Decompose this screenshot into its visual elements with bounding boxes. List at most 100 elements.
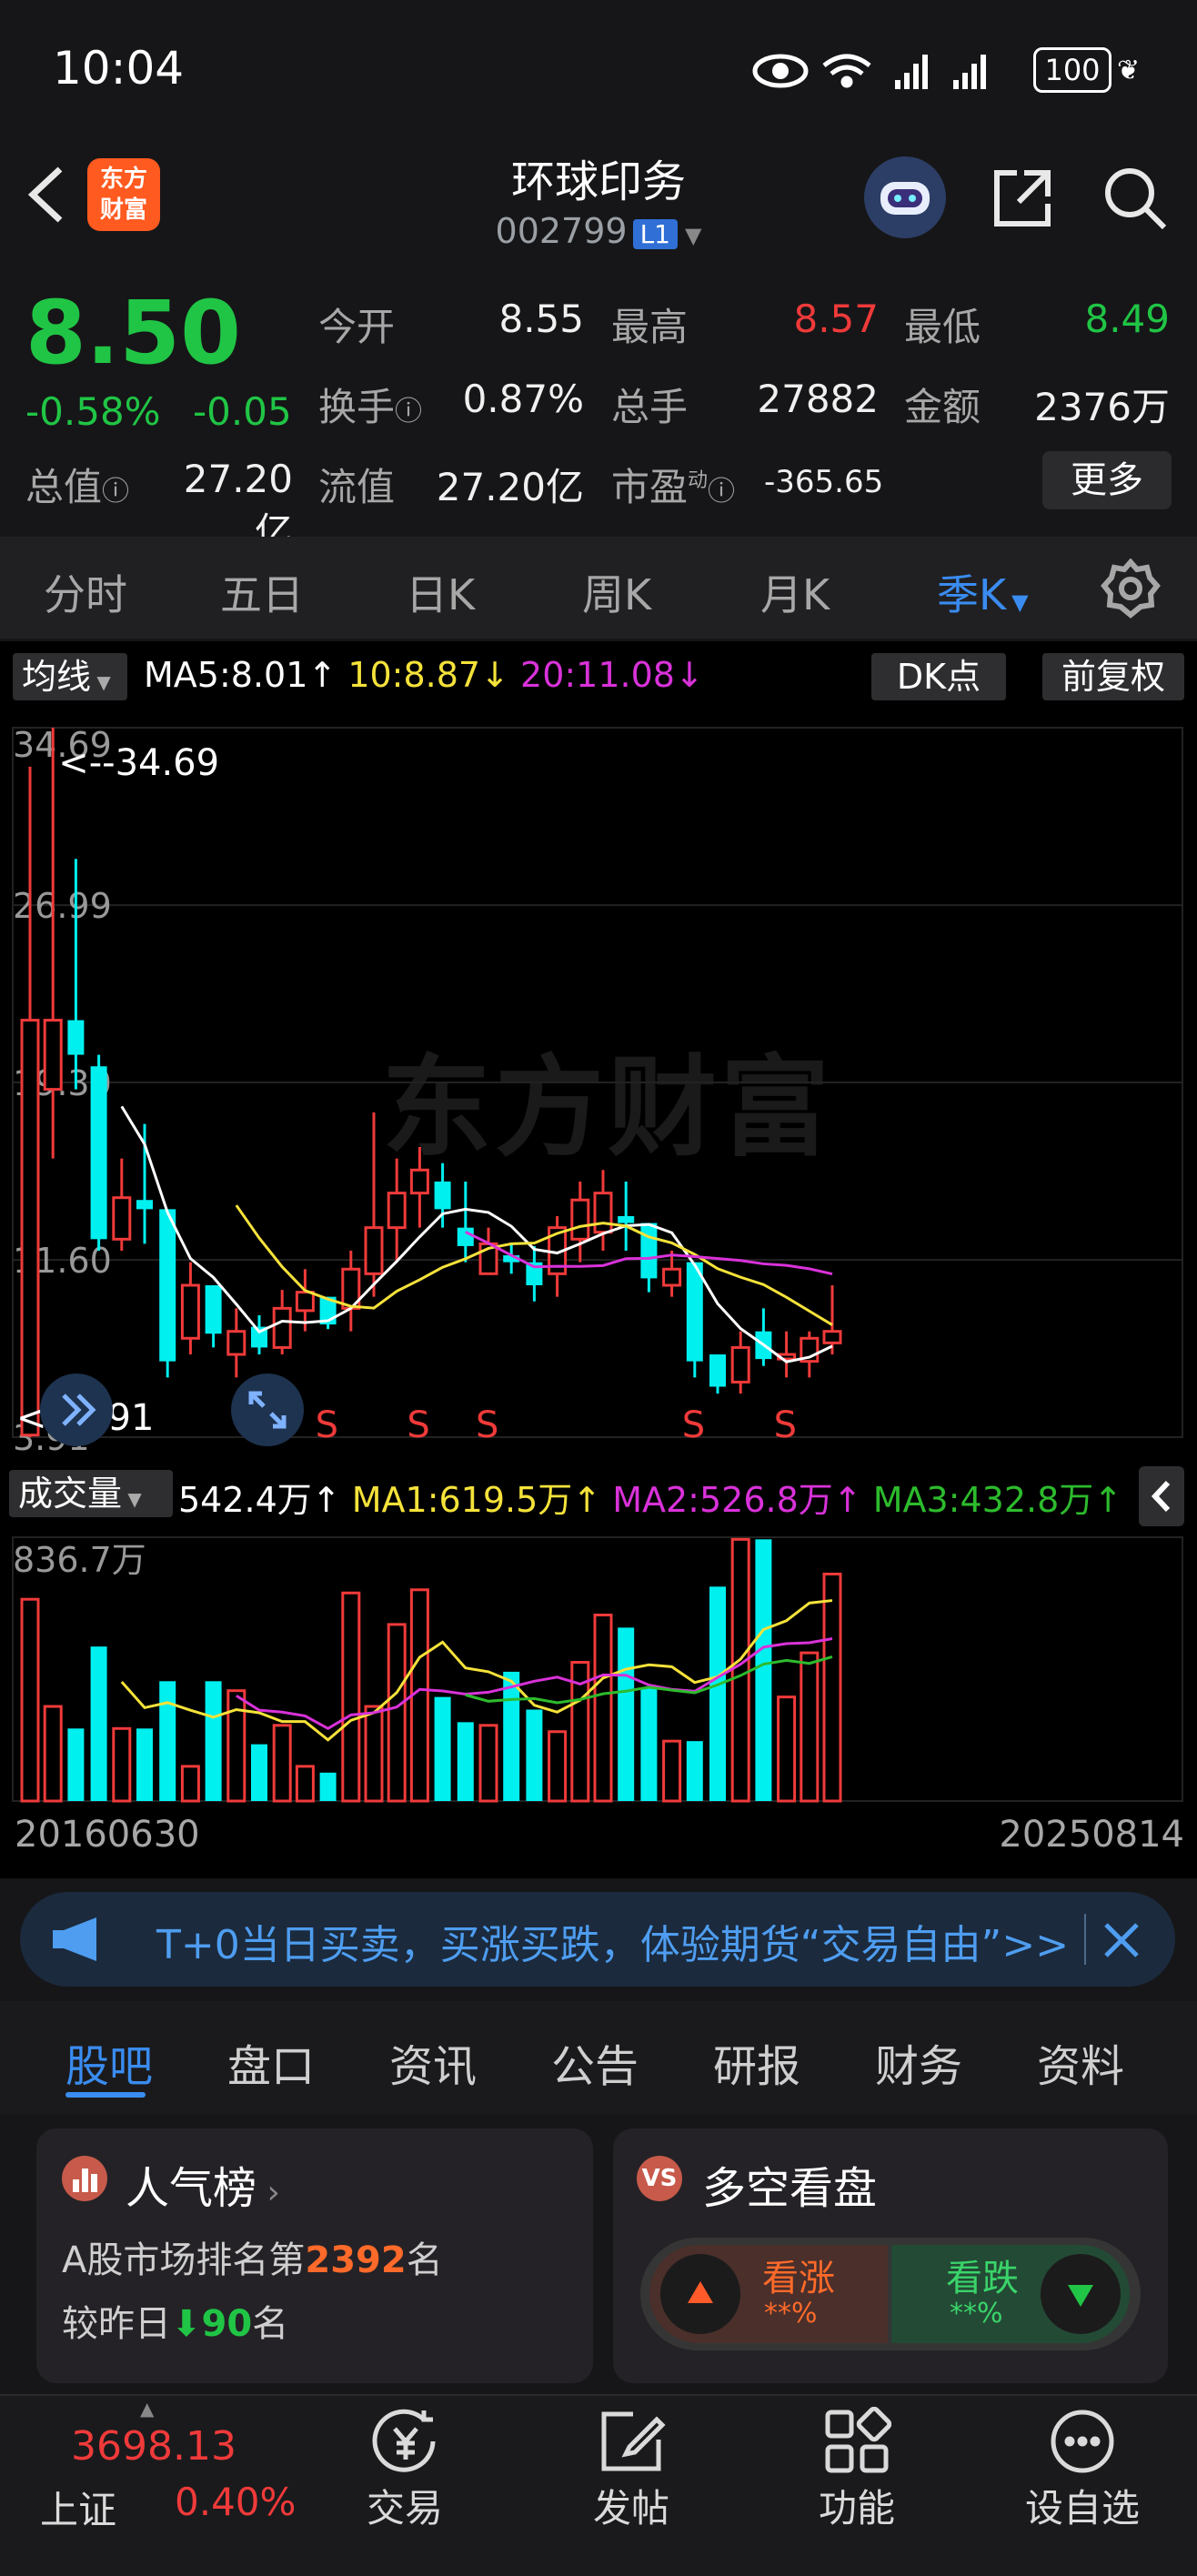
vma1-legend: MA1:619.5万↑ — [351, 1480, 602, 1520]
candle-body — [822, 1330, 842, 1344]
popularity-title[interactable]: 人气榜 › — [126, 2152, 280, 2216]
trade-label[interactable]: 交易 — [346, 2478, 464, 2533]
trade-icon[interactable] — [369, 2407, 442, 2480]
tab-pankou[interactable]: 盘口 — [227, 2030, 315, 2094]
volume-bar — [90, 1646, 107, 1801]
fullscreen-icon[interactable] — [231, 1374, 304, 1446]
tab-profile[interactable]: 资料 — [1037, 2030, 1124, 2094]
change-amount: -0.05 — [193, 389, 292, 434]
candle-body — [20, 1019, 40, 1437]
caret-up-icon: ▲ — [140, 2398, 155, 2420]
vma3-legend: MA3:432.8万↑ — [872, 1480, 1123, 1520]
y-tick-label: 26.99 — [13, 886, 112, 926]
more-dots-icon[interactable] — [1048, 2407, 1117, 2480]
tab-five-day[interactable]: 五日 — [220, 562, 304, 622]
volume-bar — [822, 1572, 842, 1803]
pe-label[interactable]: 市盈动ⓘ — [611, 457, 735, 512]
volume-bar — [43, 1705, 63, 1803]
close-icon[interactable] — [1099, 1917, 1144, 1967]
total-cap-label[interactable]: 总值ⓘ — [25, 457, 129, 512]
robot-avatar-icon[interactable] — [864, 156, 946, 238]
tab-weekly-k[interactable]: 周K — [582, 562, 651, 622]
open-value: 8.55 — [498, 297, 584, 341]
volume-bar — [295, 1765, 315, 1803]
dk-point-button[interactable]: DK点 — [871, 653, 1006, 700]
low-value: 8.49 — [1084, 297, 1170, 341]
candle-body — [640, 1223, 658, 1279]
candlestick-plot: 34.6926.9919.3011.603.91 SSSSS <--34.69<… — [12, 725, 1183, 1458]
down-triangle-icon[interactable] — [1041, 2254, 1121, 2334]
ma20-legend: 20:11.08↓ — [520, 655, 704, 695]
up-triangle-icon[interactable] — [660, 2254, 740, 2334]
add-watchlist-label[interactable]: 设自选 — [1010, 2478, 1155, 2533]
bear-value: **% — [950, 2298, 1003, 2329]
ranking-icon — [62, 2156, 107, 2201]
volume-bar — [272, 1724, 292, 1803]
post-label[interactable]: 发帖 — [572, 2478, 690, 2533]
index-value[interactable]: 3698.13 — [71, 2423, 236, 2470]
volume-bar — [503, 1671, 520, 1801]
index-name[interactable]: 上证 — [40, 2480, 116, 2535]
info-icon: ⓘ — [708, 476, 736, 508]
x-start-date: 20160630 — [15, 1814, 200, 1856]
max-price-marker: <--34.69 — [58, 742, 219, 784]
volume-bar — [800, 1651, 820, 1803]
functions-label[interactable]: 功能 — [798, 2478, 916, 2533]
tab-monthly-k[interactable]: 月K — [760, 562, 830, 622]
tab-quarterly-k[interactable]: 季K ▼ — [937, 562, 1029, 622]
tab-intraday[interactable]: 分时 — [44, 562, 127, 622]
vma2-legend: MA2:526.8万↑ — [612, 1480, 862, 1520]
tab-research[interactable]: 研报 — [713, 2030, 800, 2094]
divider — [1084, 1914, 1086, 1965]
signal-icon-2 — [953, 55, 986, 89]
index-change[interactable]: 0.40% — [175, 2480, 296, 2524]
candle-body — [709, 1354, 726, 1387]
more-button[interactable]: 更多 — [1042, 451, 1172, 509]
ma-selector[interactable]: 均线 ▼ — [13, 653, 127, 700]
sell-signal-label: S — [476, 1404, 498, 1446]
tab-announcements[interactable]: 公告 — [551, 2030, 639, 2094]
volume-bar — [478, 1724, 498, 1803]
turnover-label[interactable]: 换手ⓘ — [318, 377, 422, 432]
candle-body — [730, 1345, 750, 1384]
caret-down-icon: ▼ — [685, 223, 702, 248]
tab-guba[interactable]: 股吧 — [65, 2030, 153, 2094]
level-badge: L1 — [632, 219, 678, 249]
clock: 10:04 — [53, 42, 185, 95]
post-icon[interactable] — [597, 2407, 666, 2480]
pe-value: -365.65 — [764, 464, 884, 500]
volume-selector[interactable]: 成交量 ▼ — [9, 1470, 173, 1517]
volume-legend: 542.4万↑ MA1:619.5万↑ MA2:526.8万↑ MA3:432.… — [178, 1472, 1122, 1522]
candle-body — [136, 1200, 153, 1210]
candle-body — [180, 1283, 200, 1340]
info-icon: ⓘ — [395, 396, 423, 428]
bull-value: **% — [764, 2298, 818, 2329]
market-rank: A股市场排名第2392名 — [62, 2239, 443, 2281]
share-icon[interactable] — [986, 162, 1059, 238]
search-icon[interactable] — [1099, 162, 1172, 238]
volume-bar — [662, 1739, 682, 1803]
volume-bar — [364, 1705, 384, 1803]
volume-bar — [20, 1597, 40, 1803]
down-arrow-icon: ⬇ — [171, 2303, 202, 2345]
stock-code: 002799 — [495, 211, 628, 251]
volume-label: 总手 — [611, 385, 689, 429]
tab-finance[interactable]: 财务 — [875, 2030, 962, 2094]
active-tab-indicator — [65, 2092, 146, 2098]
volume-bar — [319, 1772, 337, 1801]
functions-grid-icon[interactable] — [822, 2406, 892, 2480]
tab-news[interactable]: 资讯 — [389, 2030, 477, 2094]
adjust-button[interactable]: 前复权 — [1042, 653, 1184, 700]
ad-text[interactable]: T+0当日买卖，买涨买跌，体验期货“交易自由”>> — [156, 1912, 1069, 1970]
volume-bar — [251, 1744, 267, 1801]
expand-left-icon[interactable] — [40, 1374, 113, 1446]
float-cap-value: 27.20亿 — [436, 465, 584, 509]
volume-current: 542.4万↑ — [178, 1480, 341, 1520]
collapse-panel-icon[interactable] — [1139, 1466, 1184, 1526]
tab-daily-k[interactable]: 日K — [406, 562, 475, 622]
volume-bar — [159, 1681, 176, 1801]
volume-bar — [67, 1728, 85, 1801]
sell-signal-label: S — [774, 1404, 797, 1446]
x-end-date: 20250814 — [999, 1814, 1184, 1856]
settings-gear-icon[interactable] — [1101, 558, 1161, 622]
